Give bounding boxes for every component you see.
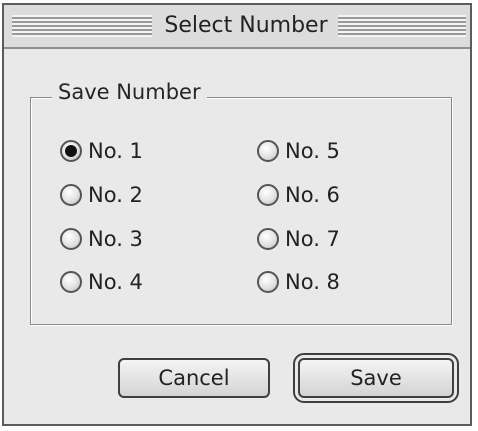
radio-button-icon — [60, 140, 82, 162]
radio-button-icon — [257, 140, 279, 162]
radio-no-4-label: No. 4 — [88, 270, 143, 294]
radio-no-8-label: No. 8 — [285, 270, 340, 294]
title-bar-stripes-right — [338, 15, 466, 37]
radio-no-1-label: No. 1 — [88, 139, 143, 163]
save-number-group-label: Save Number — [52, 78, 207, 106]
radio-button-icon — [257, 184, 279, 206]
radio-no-6-label: No. 6 — [285, 183, 340, 207]
radio-button-icon — [60, 271, 82, 293]
title-bar-stripes-left — [12, 15, 152, 37]
radio-no-1[interactable]: No. 1 — [60, 137, 143, 165]
radio-no-5[interactable]: No. 5 — [257, 137, 340, 165]
radio-no-4[interactable]: No. 4 — [60, 268, 143, 296]
title-bar[interactable]: Select Number — [4, 5, 470, 49]
radio-button-icon — [257, 228, 279, 250]
radio-no-6[interactable]: No. 6 — [257, 181, 340, 209]
radio-button-icon — [257, 271, 279, 293]
radio-no-5-label: No. 5 — [285, 139, 340, 163]
cancel-button[interactable]: Cancel — [118, 358, 270, 398]
save-button[interactable]: Save — [293, 353, 459, 403]
radio-no-2-label: No. 2 — [88, 183, 143, 207]
dialog-title: Select Number — [164, 13, 328, 38]
radio-no-7[interactable]: No. 7 — [257, 225, 340, 253]
radio-selected-dot — [65, 145, 77, 157]
radio-button-icon — [60, 228, 82, 250]
radio-button-icon — [60, 184, 82, 206]
radio-no-3-label: No. 3 — [88, 227, 143, 251]
radio-no-2[interactable]: No. 2 — [60, 181, 143, 209]
radio-no-8[interactable]: No. 8 — [257, 268, 340, 296]
radio-no-7-label: No. 7 — [285, 227, 340, 251]
radio-no-3[interactable]: No. 3 — [60, 225, 143, 253]
